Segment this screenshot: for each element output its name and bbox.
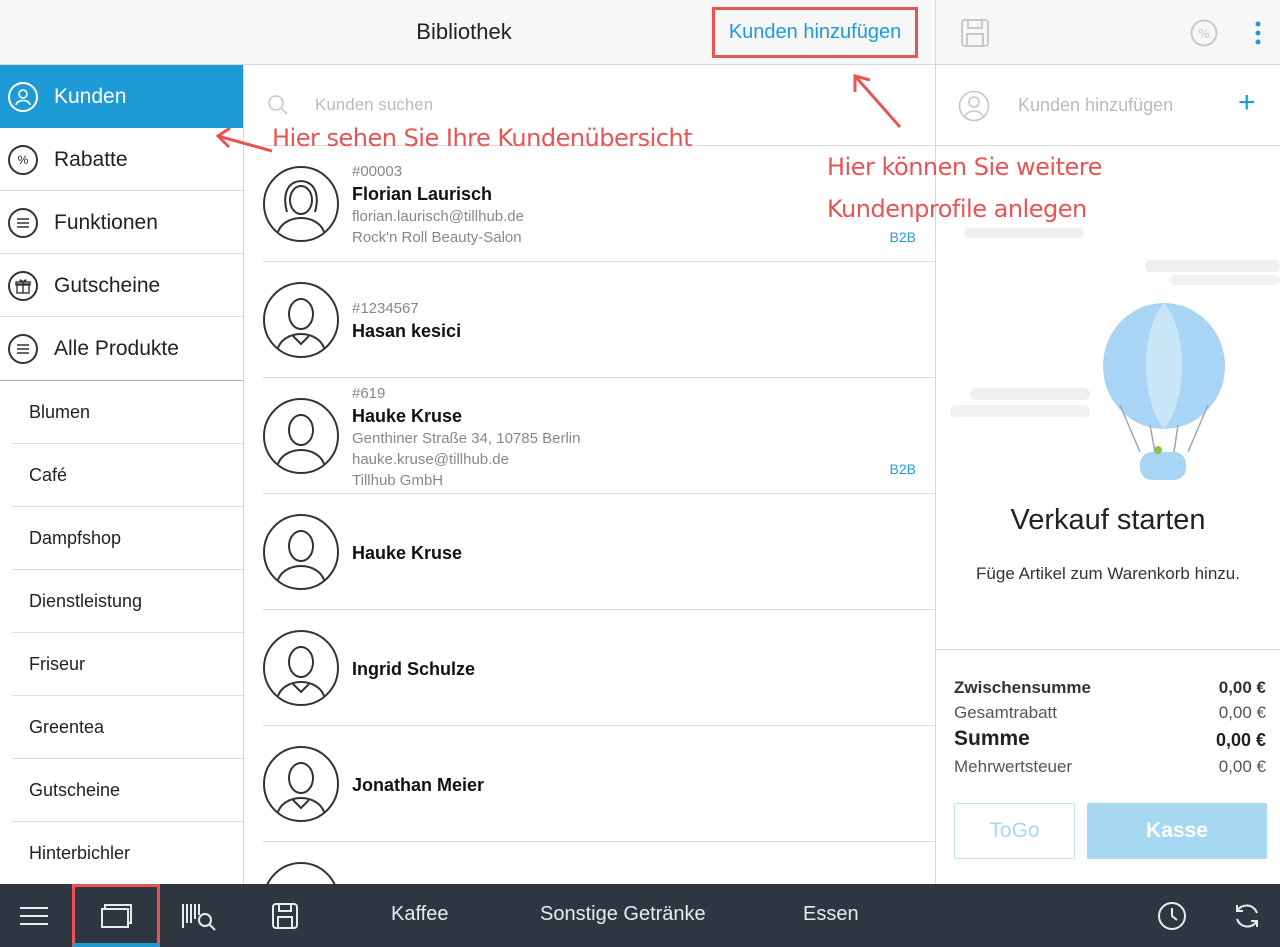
annotation-overview: Hier sehen Sie Ihre Kundenübersicht (272, 124, 693, 152)
annotation-create-line2: Kundenprofile anlegen (827, 195, 1087, 223)
annotation-create-line1: Hier können Sie weitere (827, 153, 1102, 181)
